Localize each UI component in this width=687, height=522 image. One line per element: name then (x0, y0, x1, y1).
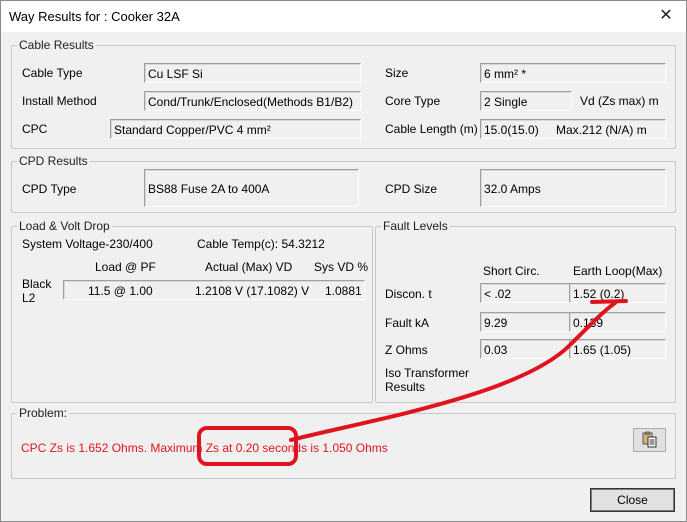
fault-ka-earth-field: 0.139 (569, 312, 666, 332)
phase-label-1: Black (22, 277, 52, 291)
cable-length-field: 15.0(15.0) Max.212 (N/A) m (480, 119, 666, 139)
fault-ka-short-field: 9.29 (480, 312, 572, 332)
discon-earth-value: 1.52 (573, 287, 597, 301)
phase-label-2: L2 (22, 291, 36, 305)
short-circ-header: Short Circ. (483, 264, 540, 278)
copy-button[interactable] (633, 428, 666, 452)
window-title: Way Results for : Cooker 32A (9, 9, 180, 24)
cable-length-label: Cable Length (m) (385, 122, 478, 136)
problem-message: CPC Zs is 1.652 Ohms. Maximum Zs at 0.20… (21, 441, 388, 455)
load-row: 11.5 @ 1.00 1.2108 V (17.1082) V 1.0881 (63, 280, 365, 300)
load-volt-drop-title: Load & Volt Drop (17, 219, 112, 233)
cable-type-label: Cable Type (22, 66, 83, 80)
load-pf-header: Load @ PF (95, 260, 156, 274)
earth-loop-header: Earth Loop(Max) (573, 264, 663, 278)
cpd-type-label: CPD Type (22, 182, 77, 196)
cable-temp: Cable Temp(c): 54.3212 (197, 237, 325, 251)
clipboard-copy-icon (642, 431, 656, 448)
z-ohms-label: Z Ohms (385, 343, 428, 357)
install-method-field: Cond/Trunk/Enclosed(Methods B1/B2) (144, 91, 361, 111)
cable-results-title: Cable Results (17, 38, 96, 52)
system-voltage: System Voltage-230/400 (22, 237, 153, 251)
install-method-label: Install Method (22, 94, 97, 108)
iso-results-label: Results (385, 380, 426, 394)
discon-label: Discon. t (385, 287, 432, 301)
problem-title: Problem: (17, 406, 70, 420)
fault-levels-title: Fault Levels (381, 219, 450, 233)
load-value: 11.5 @ 1.00 (88, 284, 153, 298)
close-icon[interactable]: ✕ (654, 4, 678, 28)
cpd-type-field: BS88 Fuse 2A to 400A (144, 169, 359, 207)
title-bar: Way Results for : Cooker 32A ✕ (1, 1, 686, 32)
cpd-size-field: 32.0 Amps (480, 169, 666, 207)
discon-earth-field: 1.52 (0.2) (569, 283, 666, 303)
core-type-label: Core Type (385, 94, 441, 108)
actual-vd-header: Actual (Max) VD (205, 260, 293, 274)
load-volt-drop-group: Load & Volt Drop (11, 219, 373, 403)
size-field: 6 mm² * (480, 63, 666, 83)
discon-earth-max: (0.2) (599, 287, 625, 301)
cable-max-length: Max.212 (N/A) m (556, 123, 647, 137)
vd-value: 1.2108 V (17.1082) V (195, 284, 310, 298)
cpc-field: Standard Copper/PVC 4 mm² (110, 119, 361, 139)
z-ohms-earth-field: 1.65 (1.05) (569, 339, 666, 359)
size-label: Size (385, 66, 409, 80)
cpd-results-title: CPD Results (17, 154, 90, 168)
sys-vd-value: 1.0881 (325, 284, 362, 298)
fault-ka-label: Fault kA (385, 316, 430, 330)
cable-type-field: Cu LSF Si (144, 63, 361, 83)
close-button[interactable]: Close (590, 488, 675, 512)
z-ohms-short-field: 0.03 (480, 339, 572, 359)
cpc-label: CPC (22, 122, 48, 136)
core-type-field: 2 Single (480, 91, 572, 111)
discon-short-field: < .02 (480, 283, 572, 303)
cable-length-value: 15.0(15.0) (484, 123, 539, 137)
dialog-window: Way Results for : Cooker 32A ✕ Cable Res… (0, 0, 687, 522)
sys-vd-header: Sys VD % (314, 260, 369, 274)
iso-transformer-label: Iso Transformer (385, 366, 470, 380)
vd-zs-max-label: Vd (Zs max) m (580, 94, 659, 108)
cpd-size-label: CPD Size (385, 182, 438, 196)
